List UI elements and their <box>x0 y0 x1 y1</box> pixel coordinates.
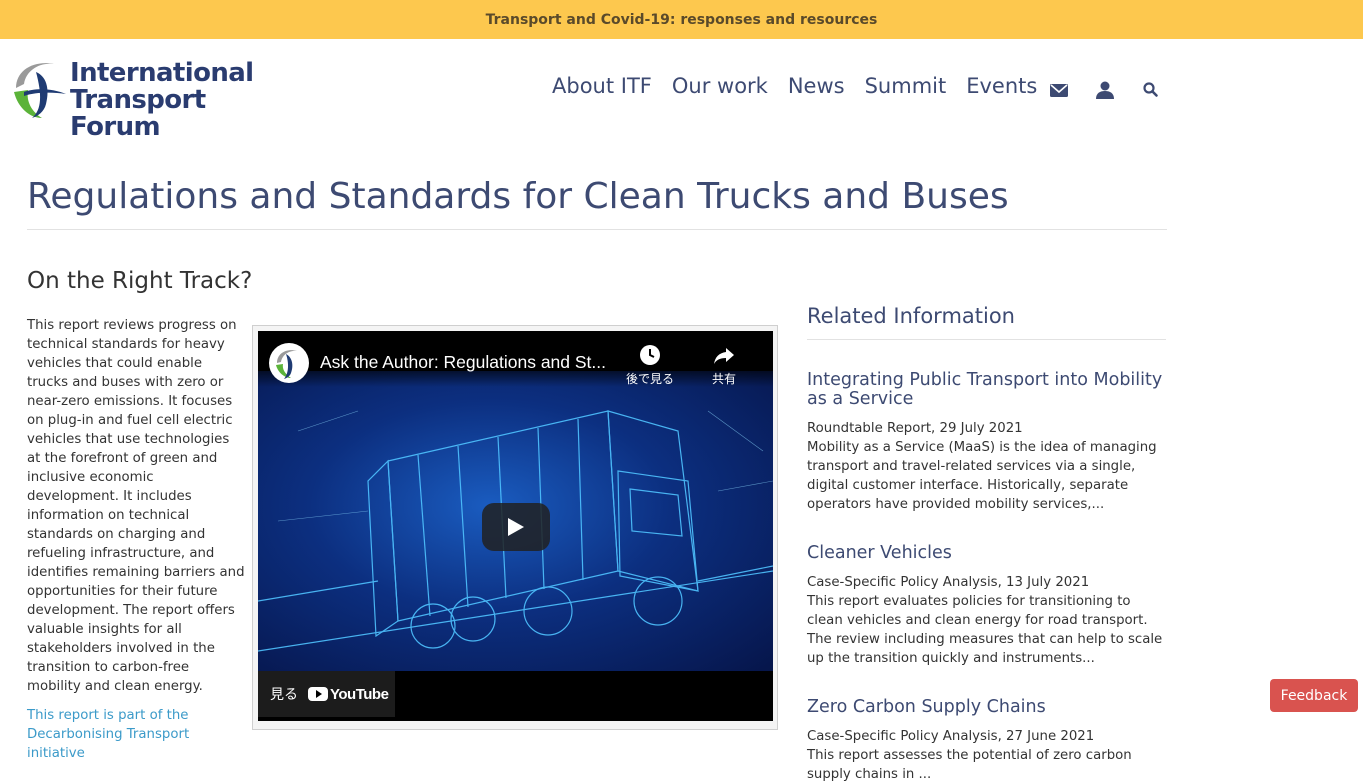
feedback-button[interactable]: Feedback <box>1270 679 1358 712</box>
youtube-play-icon <box>308 687 328 701</box>
nav-icon-group <box>1048 79 1186 101</box>
share-icon <box>714 348 734 364</box>
decarbonising-transport-link[interactable]: This report is part of the Decarbonising… <box>27 706 227 763</box>
envelope-icon[interactable] <box>1048 79 1070 101</box>
youtube-wordmark: YouTube <box>330 685 389 703</box>
video-embed: Ask the Author: Regulations and St... 後で… <box>252 325 778 730</box>
related-item-meta: Case-Specific Policy Analysis, 13 July 2… <box>807 575 1090 590</box>
logo-line-1: International <box>70 58 254 88</box>
title-divider <box>27 229 1167 230</box>
watch-later-button[interactable]: 後で見る <box>626 344 674 387</box>
related-item-meta: Roundtable Report, 29 July 2021 <box>807 421 1023 436</box>
related-item-title[interactable]: Integrating Public Transport into Mobili… <box>807 371 1169 409</box>
page-title: Regulations and Standards for Clean Truc… <box>27 176 1009 217</box>
nav-events[interactable]: Events <box>966 74 1037 98</box>
itf-logo-icon <box>14 63 66 118</box>
nav-news[interactable]: News <box>788 74 845 98</box>
logo-line-2: Transport Forum <box>70 85 206 142</box>
nav-about-itf[interactable]: About ITF <box>552 74 652 98</box>
nav-summit[interactable]: Summit <box>865 74 947 98</box>
related-item: Integrating Public Transport into Mobili… <box>807 371 1169 514</box>
covid-banner: Transport and Covid-19: responses and re… <box>0 0 1363 39</box>
nav-our-work[interactable]: Our work <box>672 74 768 98</box>
related-divider <box>807 339 1166 340</box>
youtube-player[interactable]: Ask the Author: Regulations and St... 後で… <box>258 331 773 721</box>
clock-icon <box>640 345 660 365</box>
watch-on-youtube-button[interactable]: 見る YouTube <box>258 671 395 717</box>
related-item-description: This report assesses the potential of ze… <box>807 748 1132 782</box>
video-title[interactable]: Ask the Author: Regulations and St... <box>320 352 606 373</box>
related-item-meta: Case-Specific Policy Analysis, 27 June 2… <box>807 729 1095 744</box>
covid-banner-link[interactable]: Transport and Covid-19: responses and re… <box>486 12 878 28</box>
related-item-description: This report evaluates policies for trans… <box>807 594 1163 666</box>
search-icon[interactable] <box>1140 79 1162 101</box>
play-icon <box>508 518 524 536</box>
related-item: Cleaner Vehicles Case-Specific Policy An… <box>807 544 1169 668</box>
youtube-logo: YouTube <box>308 685 389 703</box>
report-description: This report reviews progress on technica… <box>27 318 245 694</box>
user-icon[interactable] <box>1094 79 1116 101</box>
related-information-heading: Related Information <box>807 304 1015 328</box>
share-label: 共有 <box>712 372 737 386</box>
related-item: Zero Carbon Supply Chains Case-Specific … <box>807 698 1169 784</box>
page-subtitle: On the Right Track? <box>27 268 253 294</box>
watch-later-label: 後で見る <box>626 372 675 386</box>
itf-logo[interactable]: International Transport Forum <box>12 58 282 141</box>
related-item-description: Mobility as a Service (MaaS) is the idea… <box>807 440 1157 512</box>
channel-avatar[interactable] <box>269 343 309 383</box>
youtube-bar: 見る YouTube <box>258 671 773 721</box>
play-button[interactable] <box>482 503 550 551</box>
watch-on-label: 見る <box>270 687 298 703</box>
share-button[interactable]: 共有 <box>712 344 736 387</box>
itf-logo-wordmark: International Transport Forum <box>70 60 282 141</box>
related-item-title[interactable]: Zero Carbon Supply Chains <box>807 698 1169 717</box>
main-nav: About ITF Our work News Summit Events <box>552 74 1057 98</box>
related-item-title[interactable]: Cleaner Vehicles <box>807 544 1169 563</box>
